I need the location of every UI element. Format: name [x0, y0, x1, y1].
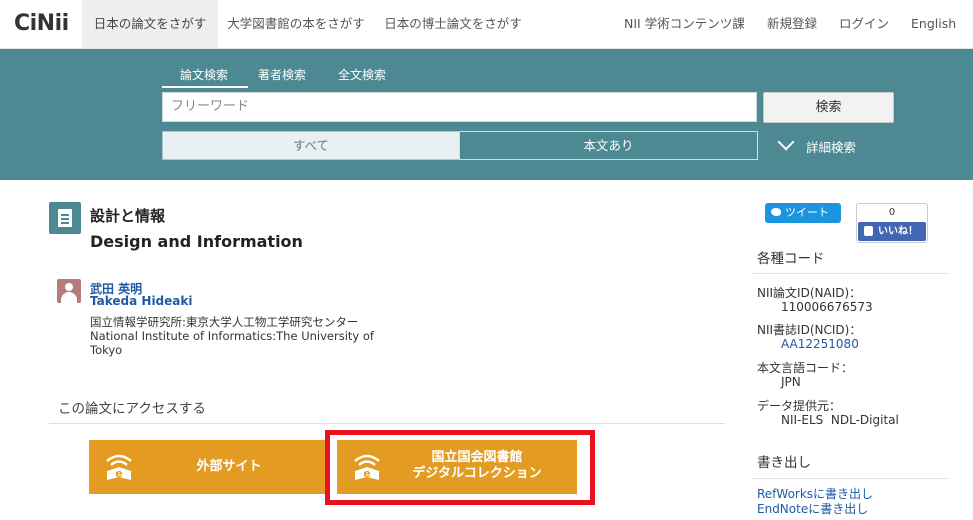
naid-value: 110006676573	[781, 300, 873, 314]
nii-link[interactable]: NII 学術コンテンツ課	[624, 0, 745, 48]
like-button[interactable]: いいね！	[858, 222, 926, 241]
author-affiliation-en: National Institute of Informatics:The Un…	[90, 329, 374, 357]
ncid-link[interactable]: AA12251080	[781, 337, 859, 351]
like-count: 0	[888, 207, 896, 218]
provider-value: NII-ELS NDL-Digital	[781, 413, 899, 427]
language-value: JPN	[781, 375, 801, 389]
search-input[interactable]: フリーワード	[162, 92, 757, 122]
tab-fulltext-search[interactable]: 全文検索	[338, 66, 386, 83]
author-affiliation-ja: 国立情報学研究所:東京大学人工物工学研究センター	[90, 315, 359, 329]
tweet-label: ツイート	[785, 206, 829, 219]
active-tab-indicator	[162, 86, 248, 88]
chevron-down-icon	[777, 133, 795, 151]
language-label: 本文言語コード：	[757, 361, 854, 375]
tab-search-articles[interactable]: 日本の論文をさがす	[82, 0, 218, 48]
export-heading: 書き出し	[757, 455, 811, 471]
tab-search-books[interactable]: 大学図書館の本をさがす	[220, 0, 372, 48]
tab-article-search[interactable]: 論文検索	[180, 66, 228, 83]
login-link[interactable]: ログイン	[839, 0, 889, 48]
search-button[interactable]: 検索	[763, 92, 894, 123]
tweet-button[interactable]: ツイート	[765, 203, 841, 223]
thumbs-up-icon	[864, 226, 873, 236]
register-link[interactable]: 新規登録	[767, 0, 817, 48]
tab-search-dissertations[interactable]: 日本の博士論文をさがす	[376, 0, 530, 48]
logo-text: CiNii	[14, 11, 69, 36]
codes-heading: 各種コード	[757, 251, 825, 267]
twitter-bird-icon	[771, 208, 781, 216]
access-heading: この論文にアクセスする	[58, 401, 206, 417]
advanced-search-toggle[interactable]: 詳細検索	[777, 133, 857, 156]
ndl-link-icon: e	[106, 454, 132, 480]
provider-label: データ提供元：	[757, 399, 842, 413]
naid-label: NII論文ID(NAID)：	[757, 286, 862, 300]
document-icon	[49, 202, 81, 234]
ncid-label: NII書誌ID(NCID)：	[757, 323, 862, 337]
article-title-en: Design and Information	[90, 232, 303, 251]
filter-fulltext[interactable]: 本文あり	[459, 131, 758, 160]
author-avatar-icon	[57, 279, 81, 303]
like-label: いいね！	[878, 226, 918, 237]
divider	[752, 478, 949, 479]
article-title-ja: 設計と情報	[90, 207, 166, 225]
external-site-label: 外部サイト	[196, 459, 262, 474]
external-site-button[interactable]: e 外部サイト	[89, 440, 329, 494]
top-navigation: CiNii 日本の論文をさがす 大学図書館の本をさがす 日本の博士論文をさがす …	[0, 0, 973, 49]
export-endnote-link[interactable]: EndNoteに書き出し	[757, 500, 868, 517]
svg-text:e: e	[115, 467, 122, 480]
divider	[49, 423, 725, 424]
author-name-en[interactable]: Takeda Hideaki	[90, 294, 192, 308]
filter-all[interactable]: すべて	[162, 131, 460, 160]
cinii-logo[interactable]: CiNii	[14, 11, 69, 36]
tab-author-search[interactable]: 著者検索	[258, 66, 306, 83]
facebook-like-widget: 0 いいね！	[856, 203, 928, 243]
english-link[interactable]: English	[911, 0, 956, 48]
advanced-search-label: 詳細検索	[806, 140, 857, 155]
divider	[752, 273, 949, 274]
highlight-box	[325, 430, 595, 505]
